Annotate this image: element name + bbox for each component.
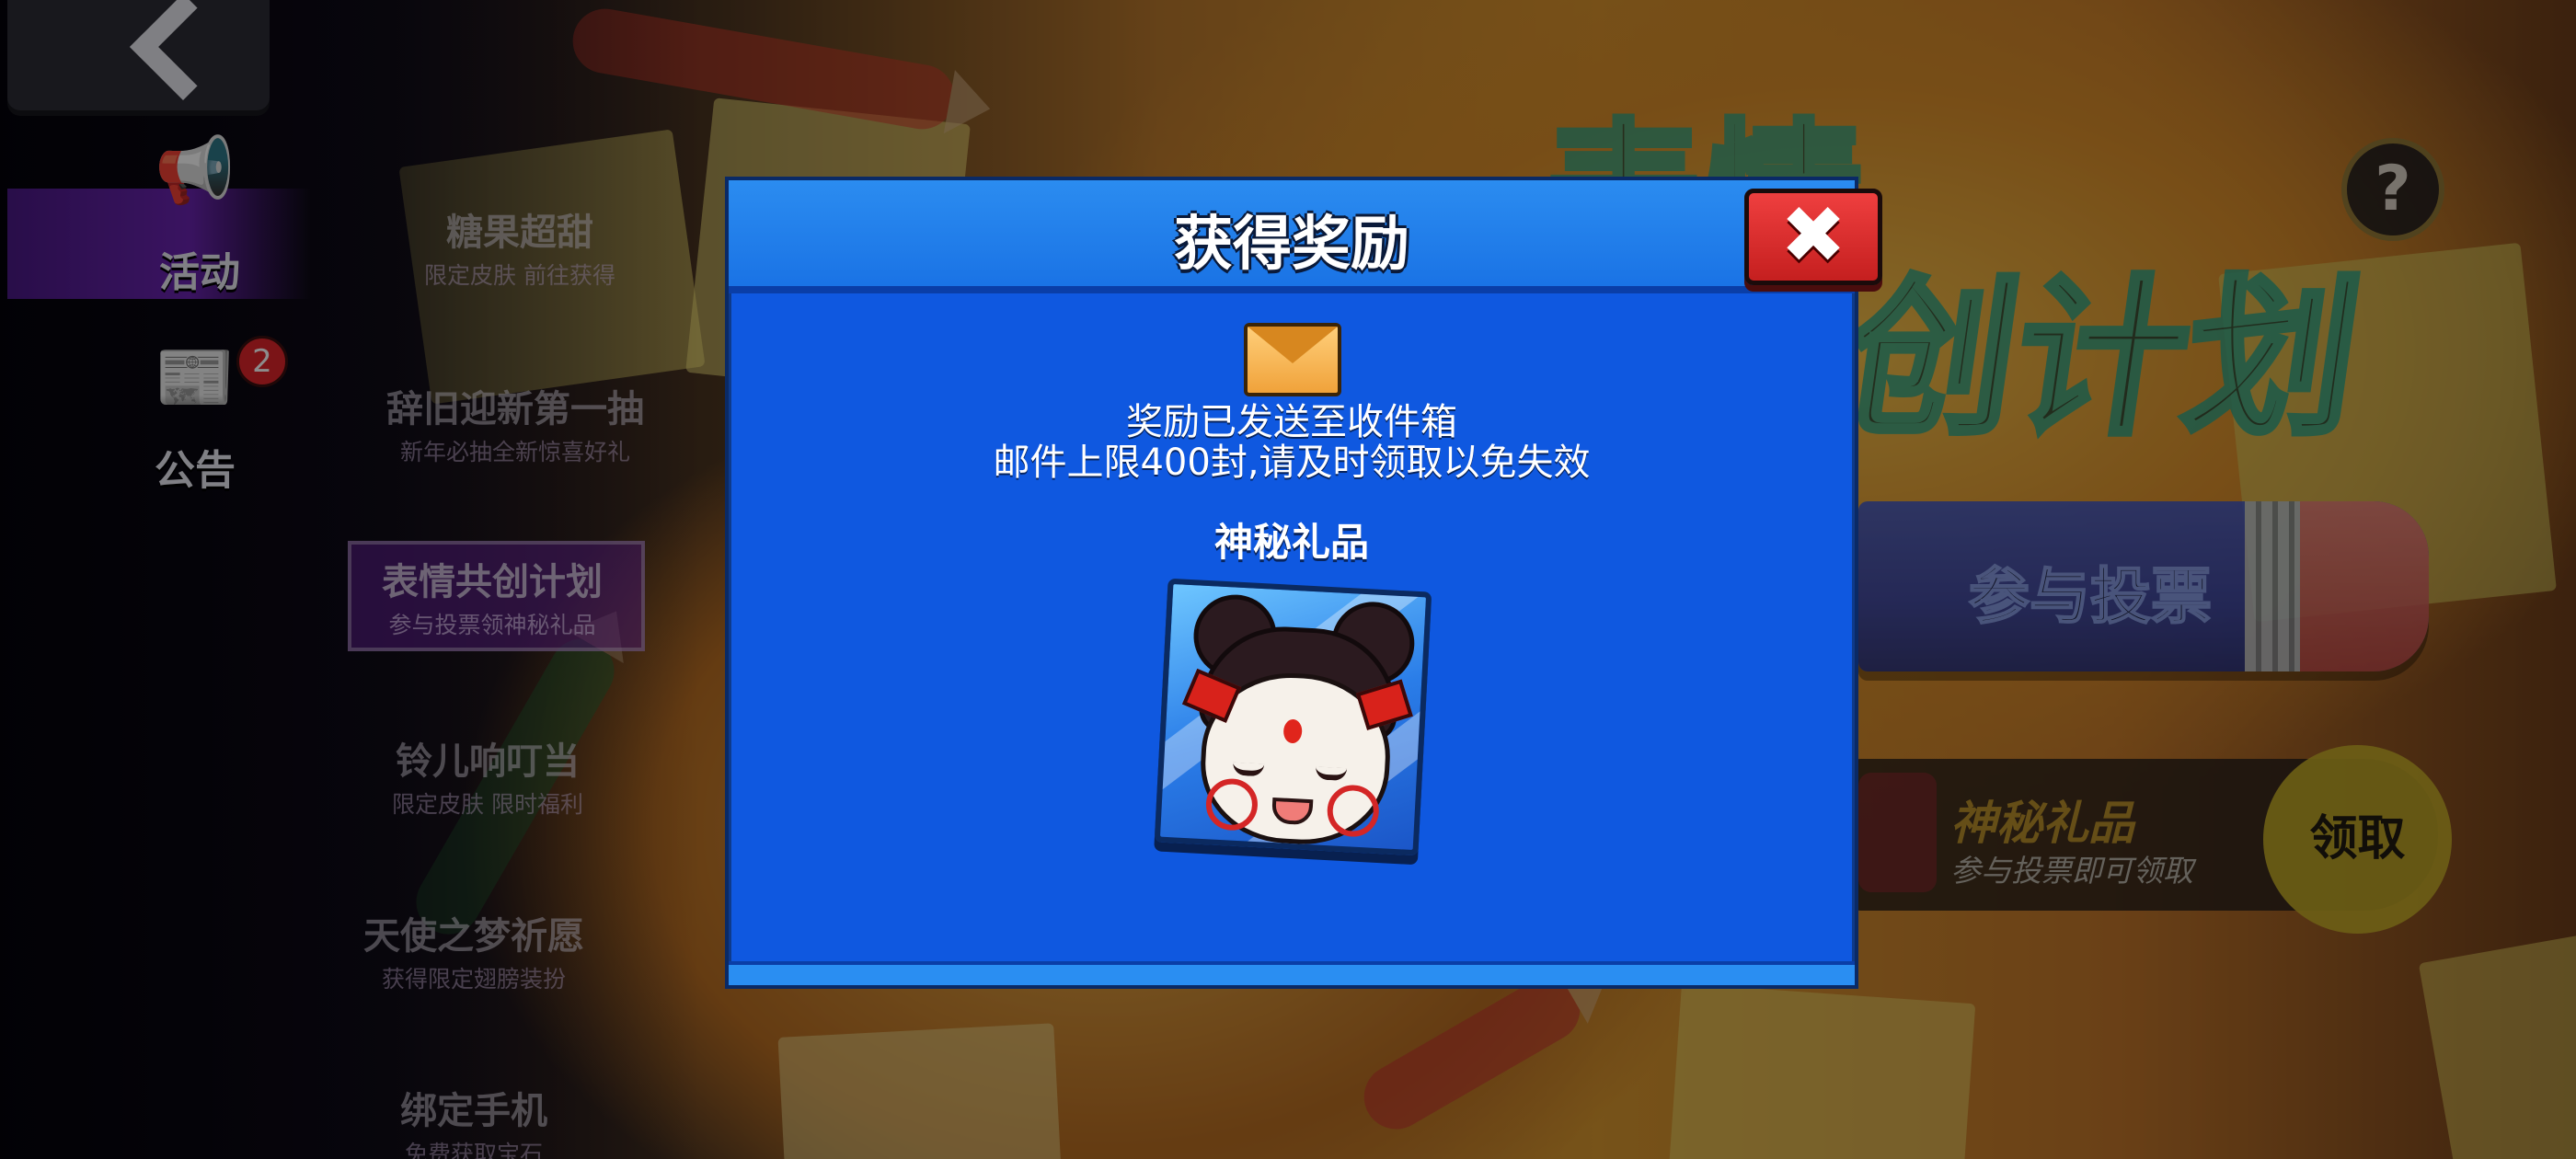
screen: 表情 创计划 ? 参与投票 神秘礼品 参与投票即可领取 领取 📢 活动 📰 公告… — [0, 0, 2576, 1159]
close-button[interactable]: ✖ — [1744, 189, 1882, 285]
dialog-header: 获得奖励 — [729, 180, 1855, 293]
message-line-2: 邮件上限400封,请及时领取以免失效 — [993, 442, 1591, 484]
close-icon: ✖ — [1779, 189, 1847, 281]
reward-item-card — [1154, 578, 1432, 856]
reward-dialog: 获得奖励 奖励已发送至收件箱 邮件上限400封,请及时领取以免失效 神秘礼品 — [725, 177, 1858, 989]
dialog-footer — [729, 961, 1855, 985]
dialog-title: 获得奖励 — [1174, 211, 1409, 279]
reward-name: 神秘礼品 — [1213, 520, 1369, 565]
envelope-icon — [1244, 323, 1341, 396]
